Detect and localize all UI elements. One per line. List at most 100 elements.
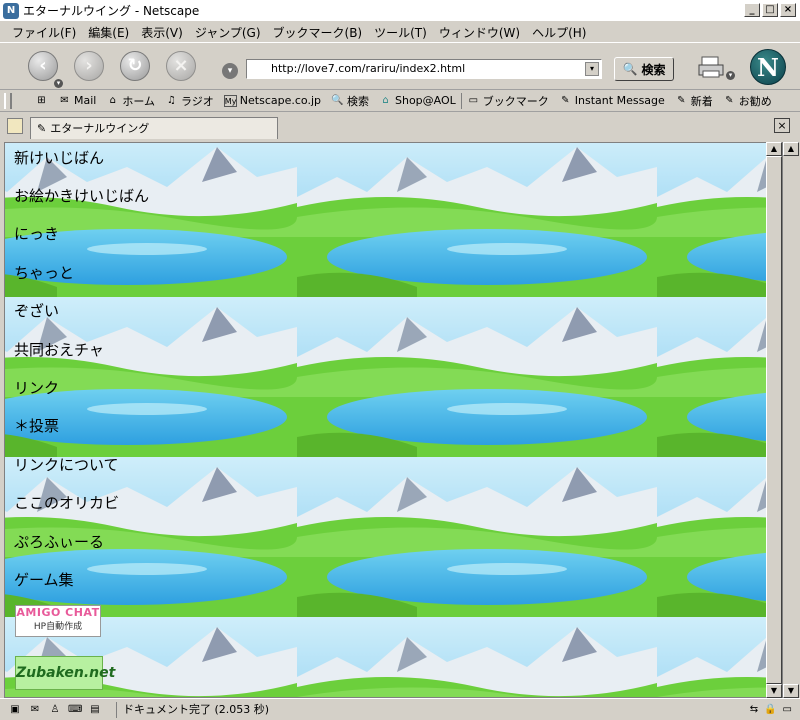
bookmark-label: ホーム: [122, 94, 156, 108]
url-input[interactable]: [271, 62, 591, 75]
frame-scrollbar[interactable]: ▲ ▼: [766, 142, 782, 698]
forward-arrow-icon: ›: [85, 55, 93, 76]
bookmark-radio[interactable]: ♫ ラジオ: [160, 93, 219, 109]
forward-button[interactable]: ›: [74, 51, 104, 81]
url-dropdown-button[interactable]: ▾: [585, 62, 599, 76]
bookmark-shop[interactable]: ⌂ Shop@AOL: [374, 94, 461, 107]
close-window-button[interactable]: ×: [780, 3, 796, 17]
menu-window[interactable]: ウィンドウ(W): [433, 24, 526, 41]
bookmark-new[interactable]: ✎ 新着: [670, 93, 718, 109]
link-diary[interactable]: にっき: [14, 223, 59, 244]
instant-messenger-icon[interactable]: ♙: [48, 704, 62, 716]
bookmark-label: Netscape.co.jp: [239, 94, 321, 107]
netscape-logo[interactable]: N: [750, 49, 786, 85]
scroll-up-button[interactable]: ▲: [766, 142, 782, 156]
link-new-bbs[interactable]: 新けいじばん: [14, 147, 104, 168]
tab-menu-button[interactable]: ⊞: [30, 95, 53, 107]
title-bar: N エターナルウイング - Netscape _ □ ×: [0, 0, 800, 22]
new-tab-icon: ⊞: [37, 94, 46, 106]
menu-help[interactable]: ヘルプ(H): [526, 24, 592, 41]
link-oekaki-bbs[interactable]: お絵かきけいじばん: [14, 185, 149, 206]
reload-icon: ↻: [127, 55, 143, 76]
shop-icon: ⌂: [382, 94, 389, 106]
page-content: 新けいじばん お絵かきけいじばん にっき ちゃっと ぞざい 共同おえチャ リンク…: [4, 142, 766, 698]
search-icon: 🔍: [331, 94, 344, 106]
window-scroll-up-button[interactable]: ▲: [783, 142, 799, 156]
bookmark-label: お勧め: [738, 94, 772, 108]
link-profile[interactable]: ぷろふぃーる: [14, 531, 104, 552]
address-book-icon[interactable]: ▤: [88, 704, 102, 716]
magnifier-icon: 🔍: [622, 62, 638, 76]
status-icons: ▣ ✉ ♙ ⌨ ▤: [0, 704, 102, 716]
amigo-chat-subtitle: HP自動作成: [33, 622, 83, 632]
new-tab-button[interactable]: [7, 118, 23, 134]
bookmark-label: Shop@AOL: [395, 94, 456, 107]
navigation-frame: 新けいじばん お絵かきけいじばん にっき ちゃっと ぞざい 共同おえチャ リンク…: [5, 143, 297, 697]
menu-bookmarks[interactable]: ブックマーク(B): [267, 24, 369, 41]
menu-file[interactable]: ファイル(F): [6, 24, 82, 41]
menu-view[interactable]: 表示(V): [135, 24, 189, 41]
link-materials[interactable]: ぞざい: [14, 300, 59, 321]
scroll-thumb[interactable]: [766, 156, 782, 684]
menu-edit[interactable]: 編集(E): [82, 24, 135, 41]
back-button[interactable]: ‹: [28, 51, 58, 81]
status-bar: ▣ ✉ ♙ ⌨ ▤ ドキュメント完了 (2.053 秒) ⇆ 🔒 ▭: [0, 698, 800, 720]
folder-icon: ▭: [468, 94, 479, 106]
link-chat[interactable]: ちゃっと: [14, 262, 74, 283]
amigo-chat-title: AMIGO CHAT: [16, 606, 100, 619]
security-lock-icon[interactable]: 🔒: [764, 704, 776, 715]
print-icon[interactable]: [698, 55, 726, 81]
link-shared-oekaki-chat[interactable]: 共同おえチャ: [14, 339, 104, 360]
minimize-button[interactable]: _: [744, 3, 760, 17]
search-button-label: 検索: [641, 62, 666, 77]
amigo-chat-banner[interactable]: AMIGO CHAT HP自動作成: [15, 605, 101, 637]
stop-button[interactable]: ×: [166, 51, 196, 81]
link-about-links[interactable]: リンクについて: [14, 454, 119, 475]
bookmark-mail[interactable]: ✉ Mail: [53, 94, 101, 107]
bookmark-label: 検索: [347, 94, 369, 108]
bookmark-home[interactable]: ⌂ ホーム: [101, 93, 160, 109]
scroll-down-button[interactable]: ▼: [766, 684, 782, 698]
composer-icon[interactable]: ⌨: [68, 704, 82, 716]
bookmark-folder[interactable]: ▭ ブックマーク: [460, 92, 554, 109]
link-games[interactable]: ゲーム集: [14, 569, 74, 590]
link-vote[interactable]: ＊投票: [14, 415, 59, 436]
mail-icon[interactable]: ✉: [28, 704, 42, 716]
connection-icon[interactable]: ⇆: [750, 704, 758, 715]
menu-bar: ファイル(F) 編集(E) 表示(V) ジャンプ(G) ブックマーク(B) ツー…: [0, 22, 800, 42]
window-scroll-down-button[interactable]: ▼: [783, 684, 799, 698]
close-tab-button[interactable]: ×: [774, 118, 790, 133]
bookmark-recommended[interactable]: ✎ お勧め: [718, 93, 777, 109]
link-icon: ✎: [677, 94, 686, 106]
navigator-icon[interactable]: ▣: [8, 704, 22, 716]
bookmark-search[interactable]: 🔍 検索: [326, 93, 374, 109]
bookmark-netscape[interactable]: My Netscape.co.jp: [219, 94, 326, 107]
window-scrollbar[interactable]: ▲ ▼: [782, 142, 799, 698]
link-icon: ✎: [725, 94, 734, 106]
bookmark-instant-message[interactable]: ✎ Instant Message: [554, 94, 670, 107]
window-title: エターナルウイング - Netscape: [23, 4, 200, 18]
link-original-kirby[interactable]: ここのオリカビ: [14, 492, 119, 513]
link-links[interactable]: リンク: [14, 377, 59, 398]
url-bar[interactable]: ▾: [246, 59, 602, 79]
window-controls: _ □ ×: [744, 3, 796, 17]
reload-button[interactable]: ↻: [120, 51, 150, 81]
navigation-toolbar: ‹ ▾ › ↻ × ▾ ▾ 🔍 検索 ▾ N: [0, 42, 800, 90]
tab-title: エターナルウイング: [50, 121, 150, 135]
page-icon: ✎: [37, 121, 47, 135]
headphones-icon: ♫: [167, 94, 176, 106]
bookmark-label: 新着: [690, 94, 713, 108]
print-dropdown[interactable]: ▾: [726, 71, 735, 80]
back-history-dropdown[interactable]: ▾: [54, 79, 63, 88]
zubaken-banner[interactable]: Zubaken.net: [15, 656, 115, 690]
bookmark-label: Mail: [74, 94, 97, 107]
search-button[interactable]: 🔍 検索: [614, 57, 674, 81]
menu-go[interactable]: ジャンプ(G): [189, 24, 267, 41]
bookmark-label: ラジオ: [181, 94, 214, 108]
menu-tools[interactable]: ツール(T): [368, 24, 433, 41]
sidebar-toggle-icon[interactable]: ▭: [783, 704, 792, 715]
maximize-button[interactable]: □: [762, 3, 778, 17]
url-history-dropdown[interactable]: ▾: [222, 63, 238, 79]
home-icon: ⌂: [109, 94, 117, 106]
browser-tab[interactable]: ✎ エターナルウイング: [30, 117, 278, 139]
